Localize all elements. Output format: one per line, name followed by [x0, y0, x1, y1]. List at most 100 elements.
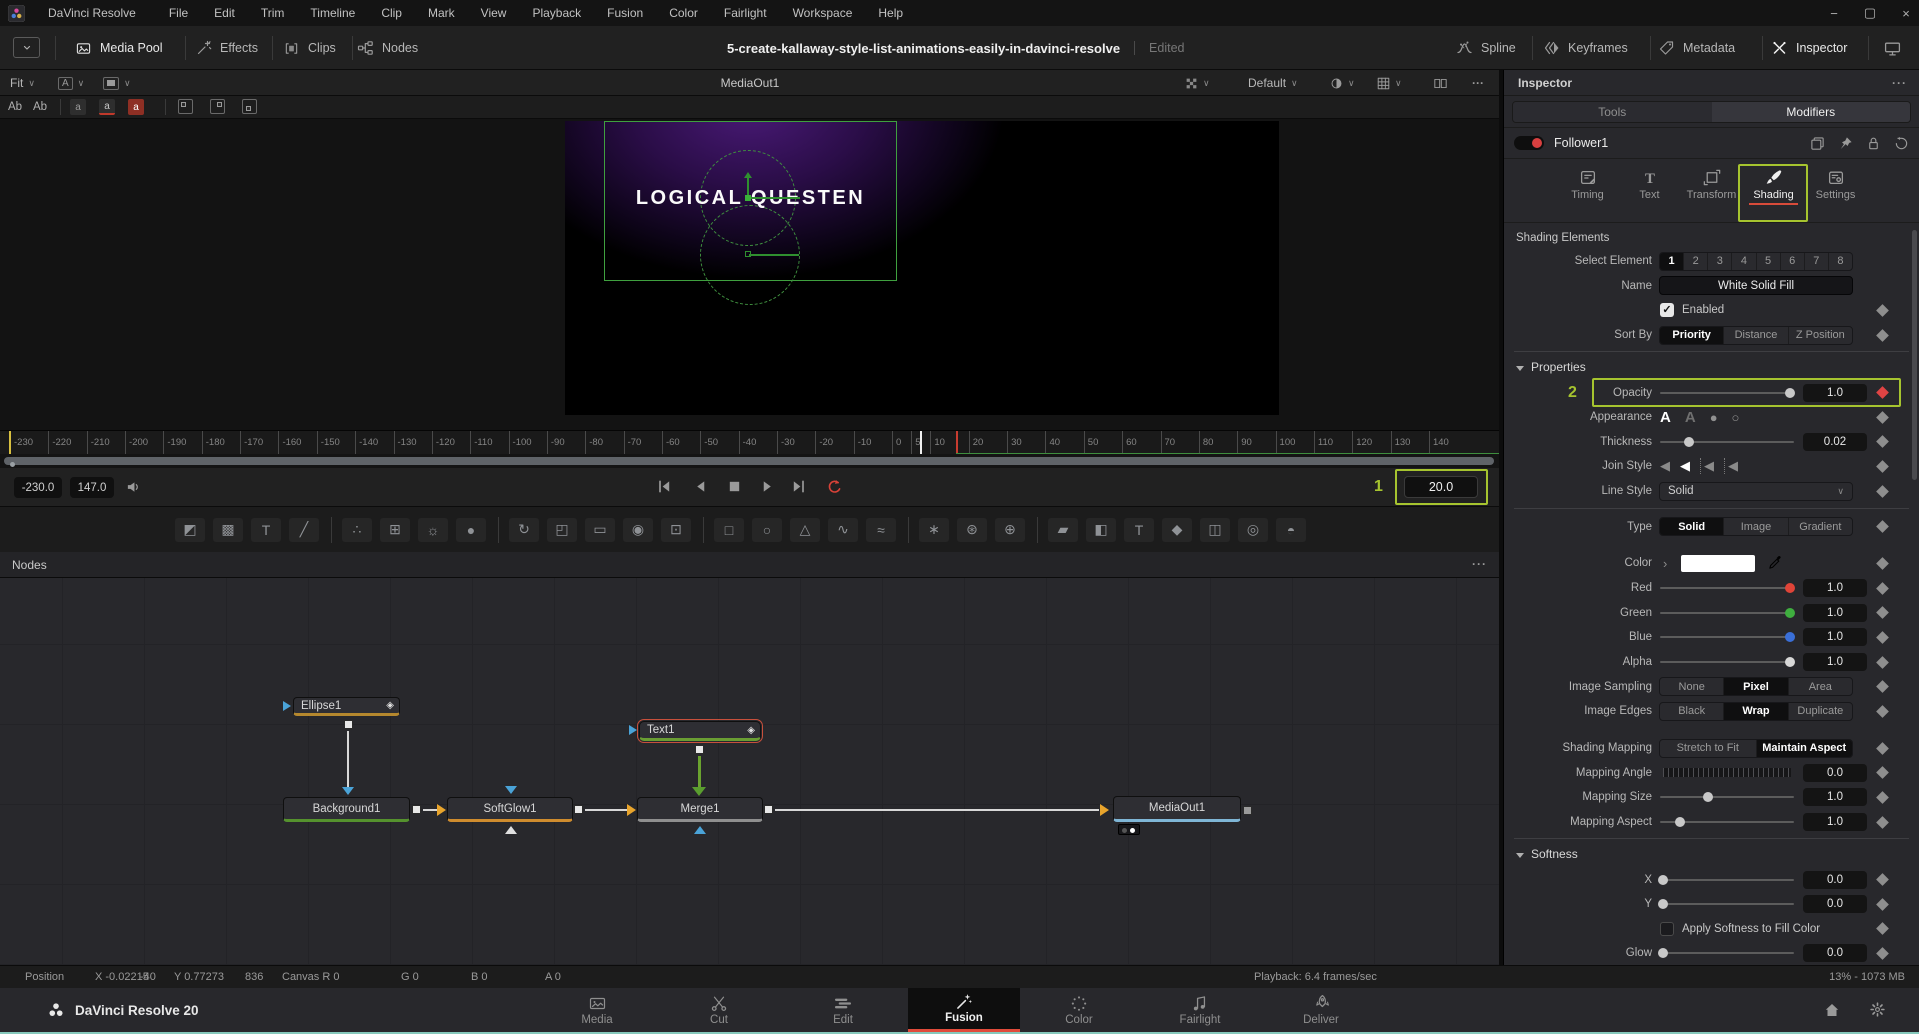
inspector-scrollbar[interactable]	[1912, 230, 1917, 480]
node-mediaout1[interactable]: MediaOut1	[1113, 796, 1241, 822]
tool-paint[interactable]: ╱	[289, 518, 319, 542]
text-color-button-3[interactable]: a	[128, 99, 144, 115]
slider-x[interactable]	[1660, 879, 1794, 881]
keyframe-diamond-type[interactable]	[1876, 520, 1889, 533]
transport-stop-button[interactable]	[727, 479, 742, 494]
toolbar-button-inspector[interactable]: Inspector	[1771, 26, 1847, 70]
tool-ellipse-mask[interactable]: ○	[752, 518, 782, 542]
join-miter-button[interactable]: ◀	[1680, 458, 1690, 474]
tool-renderer-3d[interactable]: ◓	[1276, 518, 1306, 542]
appearance-outline-text[interactable]: A	[1685, 409, 1696, 426]
value-mapping-angle[interactable]: 0.0	[1803, 764, 1867, 782]
slider-handle[interactable]	[1658, 899, 1668, 909]
menu-item-playback[interactable]: Playback	[519, 0, 594, 26]
option-gradient[interactable]: Gradient	[1789, 518, 1852, 535]
slider-handle[interactable]	[1785, 388, 1795, 398]
control-handle-square[interactable]	[745, 251, 751, 257]
join-round-button[interactable]: ◀	[1660, 458, 1670, 474]
viewer-split-button[interactable]	[1434, 70, 1447, 96]
node-merge1[interactable]: Merge1	[637, 797, 763, 822]
keyframe-diamond-glow[interactable]	[1876, 947, 1889, 960]
appearance-filled-circle[interactable]: ●	[1710, 410, 1718, 425]
join-bevel-left-button[interactable]: ◀	[1700, 458, 1714, 474]
menu-item-workspace[interactable]: Workspace	[780, 0, 866, 26]
toolbar-button-media-pool[interactable]: Media Pool	[75, 26, 163, 70]
menu-item-file[interactable]: File	[156, 0, 201, 26]
menu-item-mark[interactable]: Mark	[415, 0, 468, 26]
toolbar-button-nodes[interactable]: Nodes	[357, 26, 418, 70]
tool-hue-curves[interactable]: ●	[456, 518, 486, 542]
option-pixel[interactable]: Pixel	[1724, 678, 1788, 695]
keyframe-diamond-shading-mapping[interactable]	[1876, 742, 1889, 755]
menu-item-view[interactable]: View	[468, 0, 520, 26]
range-out-field[interactable]: 147.0	[70, 477, 114, 498]
option-solid[interactable]: Solid	[1660, 518, 1724, 535]
guide-frame-button-2[interactable]	[210, 99, 225, 114]
menu-item-davinci-resolve[interactable]: DaVinci Resolve	[35, 0, 156, 26]
viewer-canvas[interactable]: LOGICAL QUESTEN	[0, 119, 1499, 430]
tool-crop[interactable]: ⊡	[661, 518, 691, 542]
menu-item-timeline[interactable]: Timeline	[297, 0, 368, 26]
element-button-3[interactable]: 3	[1708, 253, 1732, 270]
value-thickness[interactable]: 0.02	[1803, 433, 1867, 451]
page-tab-edit[interactable]: Edit	[798, 988, 888, 1032]
toolbar-button-metadata[interactable]: Metadata	[1658, 26, 1735, 70]
option-duplicate[interactable]: Duplicate	[1789, 703, 1852, 720]
tool-shape-3d[interactable]: ◧	[1086, 518, 1116, 542]
viewer-menu[interactable]: ···	[1472, 70, 1484, 96]
option-wrap[interactable]: Wrap	[1724, 703, 1788, 720]
option-distance[interactable]: Distance	[1724, 327, 1788, 344]
tool-text-plus[interactable]: T	[251, 518, 281, 542]
keyframe-diamond-red[interactable]	[1876, 582, 1889, 595]
minimize-button[interactable]: −	[1827, 6, 1841, 21]
tool-particle-emitter[interactable]: ∗	[919, 518, 949, 542]
keyframe-diamond-join-style[interactable]	[1876, 460, 1889, 473]
transport-play-button[interactable]	[760, 479, 775, 494]
transport-skip-start-button[interactable]	[657, 479, 672, 494]
slider-handle[interactable]	[1785, 608, 1795, 618]
option-priority[interactable]: Priority	[1660, 327, 1724, 344]
timeline-ruler[interactable]: -230-220-210-200-190-180-170-160-150-140…	[0, 430, 1499, 454]
checkbox-apply-softness-to-fill-color[interactable]	[1660, 922, 1674, 936]
viewer-checker-select[interactable]: ∨	[1185, 70, 1210, 96]
text-style-button-2[interactable]: Ab	[33, 98, 47, 116]
keyframe-diamond-x[interactable]	[1876, 873, 1889, 886]
color-expand-chevron[interactable]: ›	[1663, 556, 1667, 571]
slider-mapping-aspect[interactable]	[1660, 821, 1794, 823]
tool-spot-light-3d[interactable]: ◎	[1238, 518, 1268, 542]
speaker-button[interactable]	[126, 479, 141, 495]
element-button-2[interactable]: 2	[1684, 253, 1708, 270]
modifier-tab-transform[interactable]: Transform	[1681, 169, 1743, 222]
slider-green[interactable]	[1660, 612, 1794, 614]
playhead[interactable]	[920, 431, 922, 454]
current-frame-field[interactable]: 20.0	[1404, 476, 1478, 498]
slider-mapping-size[interactable]	[1660, 796, 1794, 798]
keyframe-diamond-sort-by[interactable]	[1876, 329, 1889, 342]
menu-item-clip[interactable]: Clip	[368, 0, 415, 26]
nodes-panel-menu[interactable]: ···	[1472, 557, 1487, 571]
slider-handle[interactable]	[1703, 792, 1713, 802]
appearance-outline-circle[interactable]: ○	[1732, 410, 1740, 425]
slider-handle[interactable]	[1684, 437, 1694, 447]
text-color-button-2[interactable]: a	[99, 99, 115, 115]
transport-skip-end-button[interactable]	[791, 479, 806, 494]
node-text1[interactable]: Text1◈	[639, 721, 761, 741]
node-output-square[interactable]	[764, 805, 773, 814]
tool-particle-spawn[interactable]: ⊛	[957, 518, 987, 542]
guide-frame-button-1[interactable]	[178, 99, 193, 114]
node-graph[interactable]: Ellipse1◈Text1◈Background1SoftGlow1Merge…	[0, 578, 1499, 965]
node-background1[interactable]: Background1	[283, 797, 410, 822]
keyframe-diamond-mapping-angle[interactable]	[1876, 767, 1889, 780]
option-none[interactable]: None	[1660, 678, 1724, 695]
keyframe-diamond-appearance[interactable]	[1876, 411, 1889, 424]
option-maintain-aspect[interactable]: Maintain Aspect	[1757, 740, 1853, 757]
slider-handle[interactable]	[1658, 875, 1668, 885]
scrollbar-thumb[interactable]	[4, 457, 1494, 465]
dropdown-line-style[interactable]: Solid∨	[1659, 482, 1853, 501]
menu-item-color[interactable]: Color	[656, 0, 711, 26]
slider-y[interactable]	[1660, 903, 1794, 905]
element-button-6[interactable]: 6	[1781, 253, 1805, 270]
modifier-enable-toggle[interactable]	[1514, 136, 1544, 150]
node-output-square[interactable]	[574, 805, 583, 814]
tool-merge[interactable]: ◉	[623, 518, 653, 542]
